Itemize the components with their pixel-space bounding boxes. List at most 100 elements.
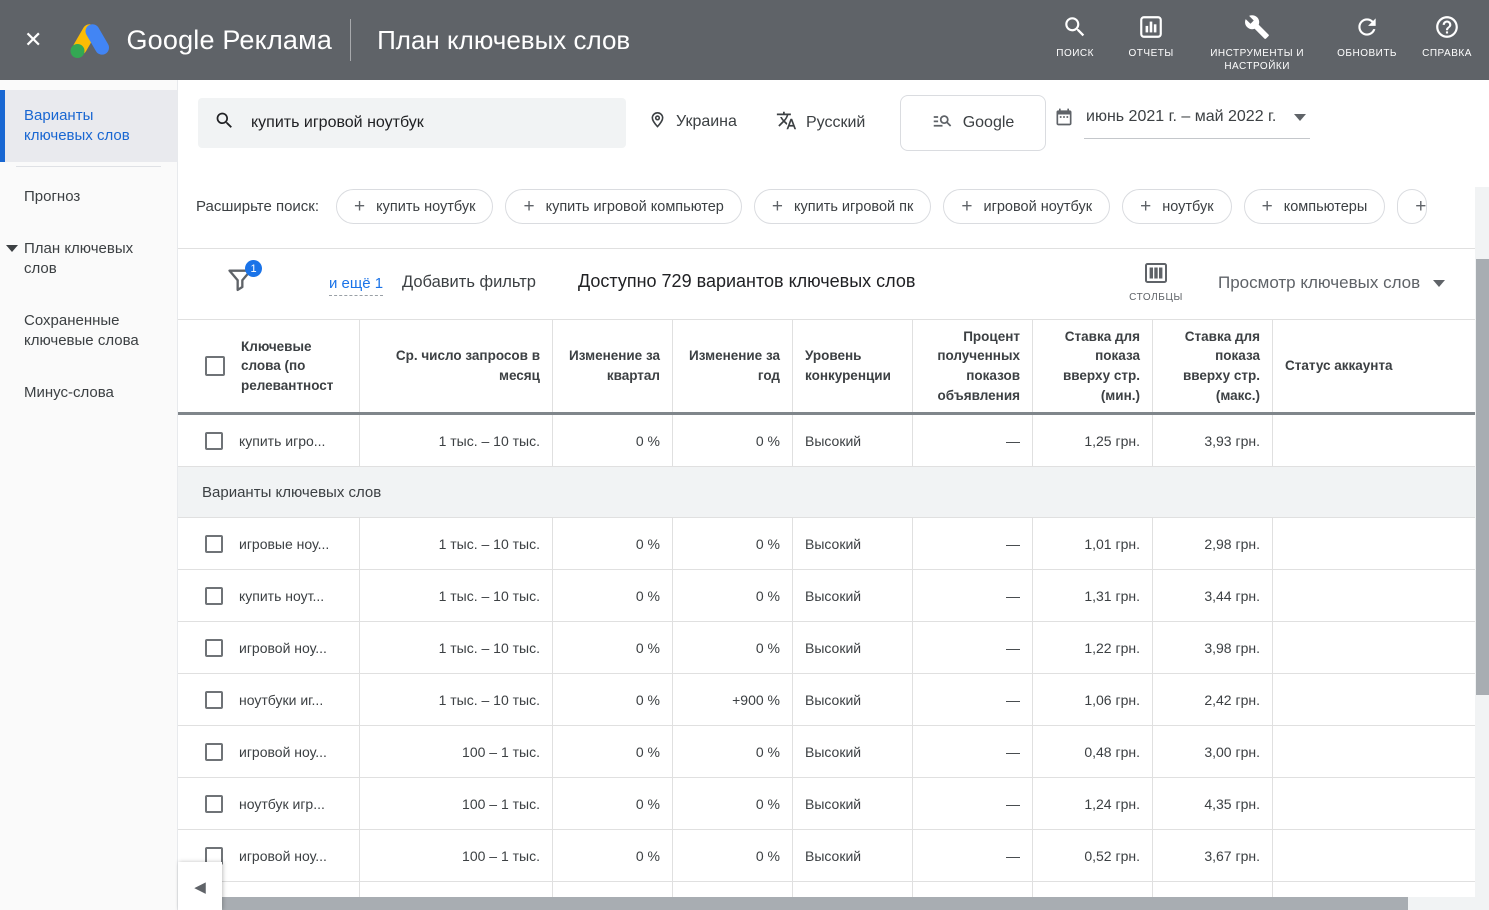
horizontal-scrollbar-thumb[interactable] — [222, 897, 1408, 910]
expand-search-row: Расширьте поиск: + купить ноутбук + купи… — [178, 165, 1489, 248]
bid-min-value: 1,22 грн. — [1033, 622, 1153, 673]
header-top-bid-min[interactable]: Ставка для показа вверху стр. (мин.) — [1033, 320, 1153, 412]
tools-settings-label: ИНСТРУМЕНТЫ И НАСТРОЙКИ — [1201, 47, 1313, 73]
table-section-header: Варианты ключевых слов — [178, 467, 1475, 518]
header-impression-share[interactable]: Процент полученных показов объявления — [913, 320, 1033, 412]
main-content: купить игровой ноутбук Украина Русский G… — [178, 80, 1489, 910]
header-quarterly-change[interactable]: Изменение за квартал — [553, 320, 673, 412]
competition-value: Высокий — [793, 830, 913, 881]
vertical-scrollbar[interactable] — [1475, 187, 1489, 897]
account-status-value — [1273, 415, 1475, 466]
help-button[interactable]: СПРАВКА — [1421, 8, 1473, 60]
sidebar-divider — [16, 166, 161, 167]
account-status-value — [1273, 726, 1475, 777]
account-status-value — [1273, 830, 1475, 881]
sidebar-item-keyword-plan[interactable]: План ключевых слов — [0, 223, 177, 295]
quarterly-change-value: 0 % — [553, 674, 673, 725]
yearly-change-value: 0 % — [673, 570, 793, 621]
tools-settings-button[interactable]: ИНСТРУМЕНТЫ И НАСТРОЙКИ — [1201, 8, 1313, 73]
competition-value: Высокий — [793, 415, 913, 466]
sidebar-item-negative-keywords[interactable]: Минус-слова — [0, 367, 177, 419]
competition-value: Высокий — [793, 674, 913, 725]
header-competition[interactable]: Уровень конкуренции — [793, 320, 913, 412]
expand-chip-kupit-noutbuk[interactable]: + купить ноутбук — [336, 189, 493, 224]
expand-chip-noutbuk[interactable]: + ноутбук — [1122, 189, 1232, 224]
reports-icon — [1138, 14, 1164, 40]
header-avg-searches[interactable]: Ср. число запросов в месяц — [360, 320, 553, 412]
location-pin-icon — [648, 110, 667, 134]
sidebar-item-label: Прогноз — [24, 188, 80, 205]
keyword-view-dropdown[interactable]: Просмотр ключевых слов — [1212, 272, 1451, 294]
network-search-icon — [932, 110, 953, 136]
impression-share-value: — — [913, 830, 1033, 881]
expand-chip-kupit-igrovoy-pk[interactable]: + купить игровой пк — [754, 189, 932, 224]
sidebar-item-keyword-ideas[interactable]: Варианты ключевых слов — [0, 90, 177, 162]
sidebar-item-saved-keywords[interactable]: Сохраненные ключевые слова — [0, 295, 177, 367]
translate-icon — [776, 110, 797, 136]
header-yearly-change[interactable]: Изменение за год — [673, 320, 793, 412]
competition-value: Высокий — [793, 518, 913, 569]
more-filters-link[interactable]: и ещё 1 — [329, 275, 383, 296]
refresh-button[interactable]: ОБНОВИТЬ — [1337, 8, 1397, 60]
row-checkbox[interactable] — [205, 587, 223, 605]
competition-value: Высокий — [793, 570, 913, 621]
bid-min-value: 1,31 грн. — [1033, 570, 1153, 621]
table-row: ноутбуки иг... 1 тыс. – 10 тыс. 0 % +900… — [178, 674, 1475, 726]
row-checkbox[interactable] — [205, 691, 223, 709]
close-icon[interactable]: ✕ — [24, 29, 42, 51]
yearly-change-value: +900 % — [673, 674, 793, 725]
account-status-value — [1273, 622, 1475, 673]
header-account-status[interactable]: Статус аккаунта — [1273, 320, 1475, 412]
yearly-change-value: 0 % — [673, 726, 793, 777]
available-keywords-count: Доступно 729 вариантов ключевых слов — [578, 271, 915, 292]
account-status-value — [1273, 518, 1475, 569]
reports-button[interactable]: ОТЧЕТЫ — [1125, 8, 1177, 60]
expand-chip-kupit-igrovoy-kompyuter[interactable]: + купить игровой компьютер — [505, 189, 741, 224]
impression-share-value: — — [913, 726, 1033, 777]
search-nav-button[interactable]: ПОИСК — [1049, 8, 1101, 60]
chevron-down-icon — [1433, 280, 1445, 287]
refresh-icon — [1354, 14, 1380, 40]
select-all-checkbox[interactable] — [205, 356, 225, 376]
keyword-search-input[interactable]: купить игровой ноутбук — [198, 98, 626, 148]
impression-share-value: — — [913, 570, 1033, 621]
horizontal-scrollbar[interactable] — [220, 897, 1489, 910]
quarterly-change-value: 0 % — [553, 518, 673, 569]
bid-min-value: 0,48 грн. — [1033, 726, 1153, 777]
columns-button[interactable]: СТОЛБЦЫ — [1125, 261, 1187, 304]
yearly-change-value: 0 % — [673, 830, 793, 881]
expand-chip-igrovoy-noutbuk[interactable]: + игровой ноутбук — [943, 189, 1110, 224]
row-checkbox[interactable] — [205, 639, 223, 657]
network-selector[interactable]: Google — [900, 95, 1046, 151]
table-row: игровой ноу... 100 – 1 тыс. 0 % 0 % Высо… — [178, 726, 1475, 778]
table-row: игровые ноу... 1 тыс. – 10 тыс. 0 % 0 % … — [178, 518, 1475, 570]
sidebar-item-label: Минус-слова — [24, 384, 114, 401]
filter-funnel-button[interactable]: 1 — [226, 265, 256, 297]
header-top-bid-max[interactable]: Ставка для показа вверху стр. (макс.) — [1153, 320, 1273, 412]
expand-chip-kompyutery[interactable]: + компьютеры — [1244, 189, 1386, 224]
expand-chip-partial[interactable]: + — [1397, 189, 1427, 224]
vertical-scrollbar-thumb[interactable] — [1476, 259, 1489, 695]
scroll-left-button[interactable]: ◀ — [178, 862, 222, 910]
location-selector[interactable]: Украина — [648, 110, 737, 134]
language-selector[interactable]: Русский — [776, 110, 865, 136]
plus-icon: + — [961, 197, 972, 216]
date-range-selector[interactable]: июнь 2021 г. – май 2022 г. — [1054, 106, 1310, 139]
keyword-text: ноутбук игр... — [239, 796, 325, 812]
row-checkbox[interactable] — [205, 795, 223, 813]
sidebar-item-forecast[interactable]: Прогноз — [0, 171, 177, 223]
table-row: купить игро... 1 тыс. – 10 тыс. 0 % 0 % … — [178, 415, 1475, 467]
search-icon — [1062, 14, 1088, 40]
reports-label: ОТЧЕТЫ — [1129, 47, 1174, 60]
impression-share-value: — — [913, 518, 1033, 569]
row-checkbox[interactable] — [205, 743, 223, 761]
add-filter-button[interactable]: Добавить фильтр — [402, 273, 536, 292]
help-label: СПРАВКА — [1422, 47, 1472, 60]
avg-searches-value: 1 тыс. – 10 тыс. — [360, 518, 553, 569]
avg-searches-value: 100 – 1 тыс. — [360, 726, 553, 777]
language-value: Русский — [806, 114, 865, 132]
row-checkbox[interactable] — [205, 432, 223, 450]
section-label: Варианты ключевых слов — [202, 484, 381, 501]
keyword-text: игровой ноу... — [239, 744, 327, 760]
row-checkbox[interactable] — [205, 535, 223, 553]
